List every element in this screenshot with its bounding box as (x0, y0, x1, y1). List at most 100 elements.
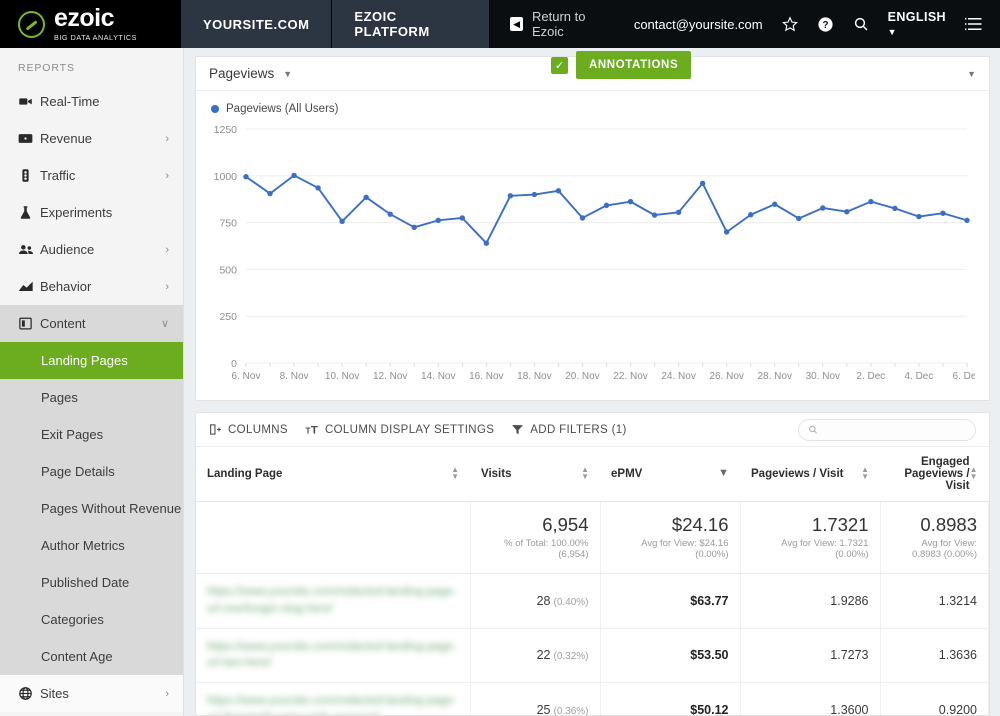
column-display-settings-label: COLUMN DISPLAY SETTINGS (324, 423, 495, 436)
chevron-down-icon: ▼ (283, 68, 293, 79)
pageviews-chart-card: Pageviews ▼ ✓ ANNOTATIONS ▼ Pageviews (A… (195, 51, 990, 401)
svg-text:12. Nov: 12. Nov (373, 371, 407, 382)
sidebar-item-audience[interactable]: Audience › (0, 231, 183, 268)
table-row[interactable]: https://www.yoursite.com/redacted-landin… (196, 628, 989, 683)
sidebar-item-sites[interactable]: Sites › (0, 675, 183, 712)
summary-engaged-sub: Avg for View: 0.8983 (0.00%) (912, 538, 977, 561)
epmv-value: $63.77 (690, 593, 729, 608)
landing-pages-table-card: COLUMNS T T COLUMN DISPLAY SETTINGS ADD … (195, 412, 990, 716)
sidebar-item-exit-pages[interactable]: Exit Pages (0, 416, 183, 453)
sidebar-item-landing-pages[interactable]: Landing Pages (0, 342, 183, 379)
sidebar-item-label: Audience (40, 242, 95, 257)
column-header-label: Visits (481, 468, 512, 480)
cell-epmv: $53.50 (600, 628, 741, 683)
help-icon[interactable]: ? (817, 16, 834, 33)
text-size-icon: T T (305, 424, 317, 436)
sidebar-item-real-time[interactable]: Real-Time (0, 83, 183, 120)
tab-yoursite[interactable]: YOURSITE.COM (181, 0, 333, 48)
svg-text:6. Nov: 6. Nov (232, 371, 261, 382)
people-icon (18, 242, 40, 258)
table-search-input[interactable] (823, 423, 966, 436)
column-header-epmv[interactable]: ePMV ▼ (600, 447, 740, 502)
search-icon (809, 425, 818, 434)
metric-select-value: Pageviews (209, 66, 275, 81)
cell-visits: 22 (0.32%) (470, 628, 601, 683)
tab-ezoic-platform[interactable]: EZOIC PLATFORM (332, 0, 491, 48)
return-to-ezoic-button[interactable]: ◀ Return to Ezoic (490, 0, 634, 48)
table-header: Landing Page ▲ ▼ Visits ▲ ▼ ePMV ▼ Pagev… (196, 447, 989, 502)
column-header-engaged-pageviews-per-visit[interactable]: Engaged Pageviews / Visit ▲ ▼ (880, 447, 989, 502)
summary-epmv-value: $24.16 (671, 514, 729, 535)
table-row[interactable]: https://www.yoursite.com/redacted-landin… (196, 573, 989, 629)
sort-desc-icon: ▼ (718, 467, 729, 480)
app-header: ezoic BIG DATA ANALYTICS YOURSITE.COM EZ… (0, 0, 1000, 48)
svg-text:2. Dec: 2. Dec (856, 371, 885, 382)
sidebar-item-behavior[interactable]: Behavior › (0, 268, 183, 305)
chart-legend[interactable]: Pageviews (All Users) (196, 91, 989, 115)
sidebar-item-label: Real-Time (40, 94, 100, 109)
svg-text:26. Nov: 26. Nov (709, 371, 743, 382)
annotations-button[interactable]: ANNOTATIONS (576, 51, 692, 79)
visits-value: 28 (536, 593, 551, 608)
sidebar-item-published-date[interactable]: Published Date (0, 564, 183, 601)
sidebar-item-revenue[interactable]: Revenue › (0, 120, 183, 157)
table-scroll-region[interactable]: Landing Page ▲ ▼ Visits ▲ ▼ ePMV ▼ Pagev… (196, 447, 989, 715)
ezoic-logo[interactable]: ezoic BIG DATA ANALYTICS (0, 0, 181, 48)
columns-button[interactable]: COLUMNS (209, 423, 288, 436)
svg-text:1250: 1250 (214, 124, 238, 136)
sidebar-item-author-metrics[interactable]: Author Metrics (0, 527, 183, 564)
svg-text:28. Nov: 28. Nov (757, 371, 791, 382)
column-display-settings-button[interactable]: T T COLUMN DISPLAY SETTINGS (305, 423, 495, 437)
svg-text:30. Nov: 30. Nov (806, 371, 840, 382)
sidebar-item-label: Behavior (40, 279, 92, 294)
table-row[interactable]: https://www.yoursite.com/redacted-landin… (196, 682, 989, 715)
annotations-checkbox[interactable]: ✓ (551, 56, 568, 74)
account-email[interactable]: contact@yoursite.com (634, 17, 763, 32)
logo-wordmark: ezoic (54, 4, 115, 33)
legend-color-swatch (211, 105, 219, 113)
funnel-icon (512, 425, 524, 435)
flask-icon (18, 205, 40, 220)
column-header-landing-page[interactable]: Landing Page ▲ ▼ (196, 447, 470, 502)
column-header-pageviews-per-visit[interactable]: Pageviews / Visit ▲ ▼ (740, 447, 880, 502)
table-search-box[interactable] (798, 418, 976, 441)
landing-page-link[interactable]: https://www.yoursite.com/redacted-landin… (207, 693, 459, 715)
star-icon[interactable] (781, 16, 798, 32)
sidebar-item-pages-without-revenue[interactable]: Pages Without Revenue (0, 490, 183, 527)
add-filters-button[interactable]: ADD FILTERS (1) (511, 423, 626, 436)
cell-engaged-pageviews-per-visit: 1.3636 (880, 628, 989, 683)
cell-landing-page[interactable]: https://www.yoursite.com/redacted-landin… (196, 682, 471, 715)
column-header-label: Pageviews / Visit (751, 468, 844, 480)
summary-pageviews-visit-sub: Avg for View: 1.7321 (0.00%) (781, 538, 869, 561)
sidebar-item-pages[interactable]: Pages (0, 379, 183, 416)
chart-collapse-caret-icon[interactable]: ▼ (967, 69, 976, 79)
metric-select[interactable]: Pageviews ▼ (209, 66, 292, 81)
hamburger-menu-icon[interactable] (965, 17, 983, 31)
summary-landing-page-cell (196, 501, 471, 575)
search-icon[interactable] (853, 16, 869, 32)
language-selector[interactable]: ENGLISH ▼ (888, 10, 946, 38)
columns-button-label: COLUMNS (228, 423, 288, 436)
pageviews-line-chart: 0 250 500 750 1000 1250 6. Nov 8. Nov 10. Nov 12.… (214, 124, 982, 382)
chart-toolbar: Pageviews ▼ ✓ ANNOTATIONS ▼ (196, 51, 989, 91)
main-content: Pageviews ▼ ✓ ANNOTATIONS ▼ Pageviews (A… (184, 48, 1000, 716)
svg-text:16. Nov: 16. Nov (469, 371, 503, 382)
visits-value: 25 (536, 702, 551, 715)
sidebar-item-categories[interactable]: Categories (0, 601, 183, 638)
landing-page-link[interactable]: https://www.yoursite.com/redacted-landin… (207, 584, 459, 617)
chevron-right-icon: › (165, 687, 169, 700)
cell-landing-page[interactable]: https://www.yoursite.com/redacted-landin… (196, 628, 471, 683)
sidebar-item-content-age[interactable]: Content Age (0, 638, 183, 675)
cell-landing-page[interactable]: https://www.yoursite.com/redacted-landin… (196, 573, 471, 629)
sidebar-item-traffic[interactable]: Traffic › (0, 157, 183, 194)
sidebar-item-page-details[interactable]: Page Details (0, 453, 183, 490)
sidebar-item-experiments[interactable]: Experiments (0, 194, 183, 231)
cell-pageviews-per-visit: 1.7273 (740, 628, 881, 683)
sidebar-item-content[interactable]: Content ∨ (0, 305, 183, 342)
visits-percent: (0.40%) (553, 596, 589, 608)
column-header-visits[interactable]: Visits ▲ ▼ (470, 447, 600, 502)
cell-epmv: $50.12 (600, 682, 741, 715)
sidebar-item-label: Revenue (40, 131, 93, 146)
svg-text:18. Nov: 18. Nov (517, 371, 551, 382)
landing-page-link[interactable]: https://www.yoursite.com/redacted-landin… (207, 639, 459, 672)
